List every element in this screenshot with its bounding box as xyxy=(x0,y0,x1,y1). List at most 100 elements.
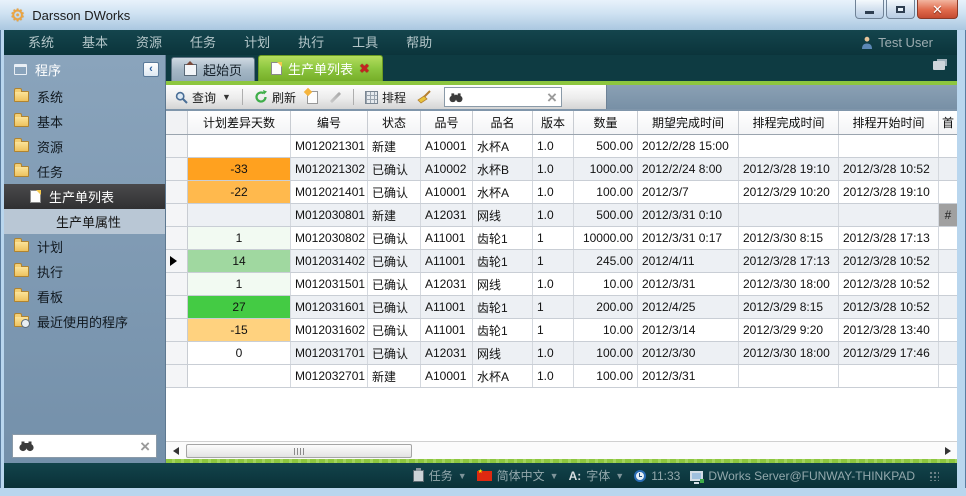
column-header-1[interactable]: 编号 xyxy=(291,111,368,134)
tab-home[interactable]: 起始页 xyxy=(171,57,255,81)
cell-qty[interactable]: 10000.00 xyxy=(574,227,638,249)
cell-item-no[interactable]: A10002 xyxy=(421,158,473,180)
cell-sched-end[interactable]: 2012/3/29 10:20 xyxy=(739,181,839,203)
tab-production-order-list[interactable]: 生产单列表 ✖ xyxy=(258,55,383,81)
cell-due[interactable]: 2012/3/7 xyxy=(638,181,739,203)
column-header-6[interactable]: 数量 xyxy=(574,111,638,134)
cell-version[interactable]: 1.0 xyxy=(533,273,574,295)
cell-number[interactable]: M012031501 xyxy=(291,273,368,295)
cell-item-name[interactable]: 水杯B xyxy=(473,158,533,180)
cell-sched-end[interactable]: 2012/3/30 18:00 xyxy=(739,273,839,295)
cell-qty[interactable]: 500.00 xyxy=(574,204,638,226)
row-selector-cell[interactable] xyxy=(166,273,188,295)
cell-extra[interactable] xyxy=(939,296,957,318)
cell-sched-start[interactable]: 2012/3/28 19:10 xyxy=(839,181,939,203)
column-header-partial[interactable]: 首 xyxy=(939,111,957,134)
table-row[interactable]: 0M012031701已确认A12031网线1.0100.002012/3/30… xyxy=(166,342,957,365)
cell-item-no[interactable]: A12031 xyxy=(421,342,473,364)
cell-item-name[interactable]: 水杯A xyxy=(473,181,533,203)
cell-qty[interactable]: 10.00 xyxy=(574,319,638,341)
cell-sched-start[interactable]: 2012/3/28 10:52 xyxy=(839,250,939,272)
cell-number[interactable]: M012031601 xyxy=(291,296,368,318)
cell-qty[interactable]: 200.00 xyxy=(574,296,638,318)
sidebar-item-5[interactable]: 生产单属性 xyxy=(4,209,165,234)
cell-item-no[interactable]: A11001 xyxy=(421,319,473,341)
cell-item-no[interactable]: A10001 xyxy=(421,181,473,203)
cell-number[interactable]: M012031701 xyxy=(291,342,368,364)
cell-due[interactable]: 2012/3/31 0:10 xyxy=(638,204,739,226)
cell-item-name[interactable]: 网线 xyxy=(473,204,533,226)
cell-due[interactable]: 2012/3/31 0:17 xyxy=(638,227,739,249)
row-selector-cell[interactable] xyxy=(166,158,188,180)
close-button[interactable]: ✕ xyxy=(917,0,958,19)
cell-diff[interactable]: 14 xyxy=(188,250,291,272)
cell-diff[interactable] xyxy=(188,365,291,387)
sidebar-item-0[interactable]: 系统 xyxy=(4,84,165,109)
cell-item-no[interactable]: A11001 xyxy=(421,250,473,272)
tab-list-icon[interactable] xyxy=(933,61,945,70)
cell-item-name[interactable]: 齿轮1 xyxy=(473,250,533,272)
table-row[interactable]: 14M012031402已确认A11001齿轮11245.002012/4/11… xyxy=(166,250,957,273)
menu-item-1[interactable]: 基本 xyxy=(68,30,122,55)
menu-item-2[interactable]: 资源 xyxy=(122,30,176,55)
cell-extra[interactable] xyxy=(939,250,957,272)
table-row[interactable]: M012030801新建A12031网线1.0500.002012/3/31 0… xyxy=(166,204,957,227)
column-header-7[interactable]: 期望完成时间 xyxy=(638,111,739,134)
cell-version[interactable]: 1 xyxy=(533,319,574,341)
cell-sched-start[interactable]: 2012/3/28 10:52 xyxy=(839,273,939,295)
cell-extra[interactable] xyxy=(939,342,957,364)
cell-status[interactable]: 已确认 xyxy=(368,342,421,364)
horizontal-scrollbar[interactable] xyxy=(166,441,957,459)
toolbar-search-clear-icon[interactable]: × xyxy=(547,89,557,106)
row-selector-cell[interactable] xyxy=(166,135,188,157)
cell-item-name[interactable]: 齿轮1 xyxy=(473,227,533,249)
cell-due[interactable]: 2012/3/31 xyxy=(638,365,739,387)
cell-qty[interactable]: 1000.00 xyxy=(574,158,638,180)
language-dropdown-icon[interactable]: ▼ xyxy=(550,471,559,481)
cell-diff[interactable]: -15 xyxy=(188,319,291,341)
row-selector-cell[interactable] xyxy=(166,365,188,387)
column-header-4[interactable]: 品名 xyxy=(473,111,533,134)
menu-item-6[interactable]: 工具 xyxy=(338,30,392,55)
font-dropdown-icon[interactable]: ▼ xyxy=(615,471,624,481)
cell-due[interactable]: 2012/2/28 15:00 xyxy=(638,135,739,157)
resize-grip[interactable] xyxy=(929,471,939,481)
cell-sched-start[interactable] xyxy=(839,135,939,157)
cell-sched-end[interactable]: 2012/3/30 8:15 xyxy=(739,227,839,249)
cell-sched-end[interactable] xyxy=(739,365,839,387)
cell-due[interactable]: 2012/3/31 xyxy=(638,273,739,295)
row-selector-cell[interactable] xyxy=(166,296,188,318)
cell-version[interactable]: 1.0 xyxy=(533,365,574,387)
cell-item-name[interactable]: 水杯A xyxy=(473,135,533,157)
cell-extra[interactable] xyxy=(939,365,957,387)
query-dropdown-icon[interactable]: ▼ xyxy=(222,92,231,102)
cell-version[interactable]: 1.0 xyxy=(533,158,574,180)
menu-item-7[interactable]: 帮助 xyxy=(392,30,446,55)
cell-qty[interactable]: 100.00 xyxy=(574,342,638,364)
row-selector-cell[interactable] xyxy=(166,250,188,272)
table-row[interactable]: 27M012031601已确认A11001齿轮11200.002012/4/25… xyxy=(166,296,957,319)
task-dropdown-icon[interactable]: ▼ xyxy=(458,471,467,481)
cell-number[interactable]: M012021302 xyxy=(291,158,368,180)
toolbar-search-input[interactable] xyxy=(463,90,547,104)
cell-version[interactable]: 1.0 xyxy=(533,342,574,364)
column-header-9[interactable]: 排程开始时间 xyxy=(839,111,939,134)
cell-status[interactable]: 已确认 xyxy=(368,158,421,180)
cell-status[interactable]: 已确认 xyxy=(368,250,421,272)
cell-extra[interactable] xyxy=(939,135,957,157)
task-menu[interactable]: 任务 ▼ xyxy=(413,467,467,484)
cell-extra[interactable] xyxy=(939,181,957,203)
sidebar-item-8[interactable]: 看板 xyxy=(4,284,165,309)
cell-due[interactable]: 2012/2/24 8:00 xyxy=(638,158,739,180)
cell-status[interactable]: 已确认 xyxy=(368,273,421,295)
cell-status[interactable]: 新建 xyxy=(368,135,421,157)
sidebar-search-clear-icon[interactable]: × xyxy=(140,438,150,455)
cell-version[interactable]: 1 xyxy=(533,296,574,318)
table-row[interactable]: -33M012021302已确认A10002水杯B1.01000.002012/… xyxy=(166,158,957,181)
table-row[interactable]: M012032701新建A10001水杯A1.0100.002012/3/31 xyxy=(166,365,957,388)
table-row[interactable]: M012021301新建A10001水杯A1.0500.002012/2/28 … xyxy=(166,135,957,158)
refresh-button[interactable]: 刷新 xyxy=(251,87,299,108)
cell-diff[interactable]: 1 xyxy=(188,227,291,249)
cell-due[interactable]: 2012/3/30 xyxy=(638,342,739,364)
sidebar-item-9[interactable]: 最近使用的程序 xyxy=(4,309,165,334)
